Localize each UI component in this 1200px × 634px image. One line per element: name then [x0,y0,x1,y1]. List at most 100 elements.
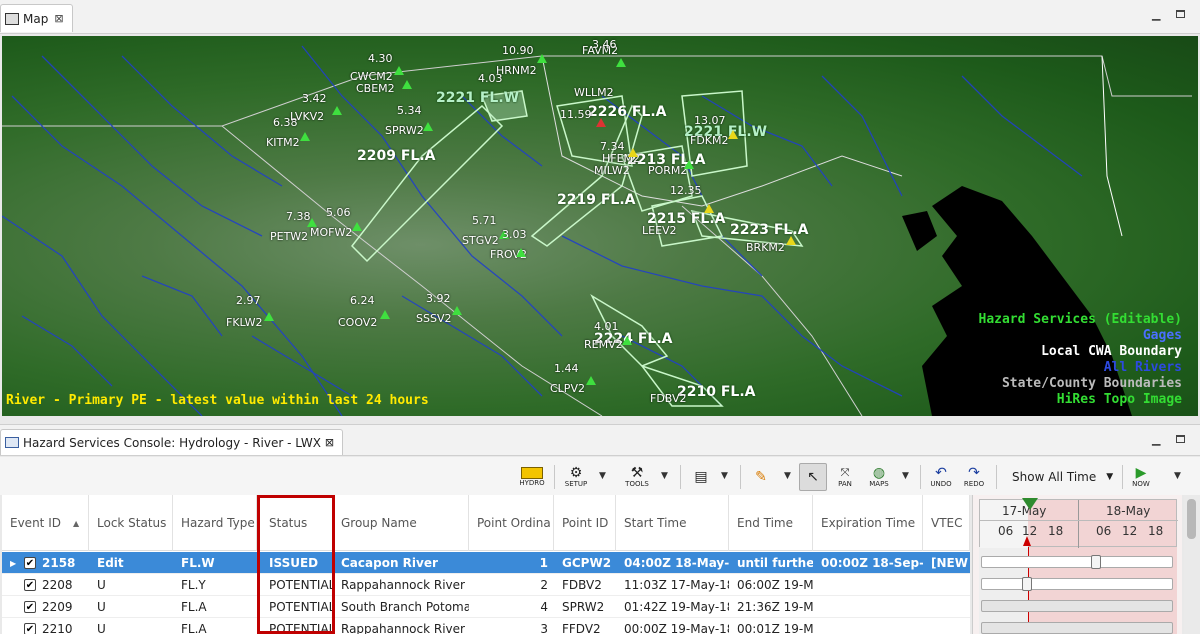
vertical-scrollbar[interactable] [1184,495,1200,634]
event-table: Event ID ▲ Lock Status Hazard Type Statu… [2,495,970,634]
document-button[interactable]: ▤ [689,463,713,491]
maps-button[interactable]: ◍ MAPS [866,463,892,491]
gage-icon[interactable] [596,118,606,127]
legend-item[interactable]: Local CWA Boundary [1041,344,1182,359]
column-header[interactable]: VTEC [923,495,970,551]
chevron-down-icon[interactable]: ▼ [784,471,791,481]
status-cell: POTENTIAL [269,622,333,634]
draw-button[interactable]: ✎ [749,463,773,491]
chevron-down-icon[interactable]: ▼ [721,471,728,481]
redo-button[interactable]: ↷ REDO [961,463,987,491]
console-tab-bar: Hazard Services Console: Hydrology - Riv… [0,424,1200,456]
gage-icon[interactable] [616,58,626,67]
minimize-icon[interactable]: ▁ [1152,433,1160,446]
legend-item[interactable]: Gages [1143,328,1182,343]
row-checkbox[interactable]: ✔ [24,557,36,569]
expiration-time [813,618,923,634]
event-time-slider[interactable] [981,600,1173,612]
chevron-down-icon[interactable]: ▼ [1174,471,1181,481]
column-header[interactable]: Point Ordina [469,495,554,551]
gage-icon[interactable] [452,306,462,315]
gage-icon[interactable] [394,66,404,75]
station-label: SSSV2 [416,312,452,325]
pan-button[interactable]: ⤧ PAN [833,463,857,491]
table-row[interactable]: ▶ ✔ 2158 Edit FL.W ISSUED Cacapon River … [2,552,970,574]
column-header[interactable]: Expiration Time [813,495,923,551]
table-row[interactable]: ✔ 2208 U FL.Y POTENTIAL Rappahannock Riv… [2,574,970,596]
slider-knob[interactable] [1022,577,1033,591]
console-tab[interactable]: Hazard Services Console: Hydrology - Riv… [0,429,344,455]
chevron-down-icon[interactable]: ▼ [902,471,909,481]
column-header[interactable]: Group Name [333,495,469,551]
column-header[interactable]: Status [261,495,333,551]
gage-icon[interactable] [402,80,412,89]
row-checkbox[interactable]: ✔ [24,601,36,613]
show-all-time-dropdown[interactable]: Show All Time ▼ [1004,466,1121,488]
close-icon[interactable]: ⊠ [54,12,63,25]
now-button[interactable]: ▶ NOW [1128,463,1154,491]
maximize-icon[interactable] [1176,433,1185,446]
gage-icon[interactable] [380,310,390,319]
gage-icon[interactable] [622,336,632,345]
legend-item[interactable]: HiRes Topo Image [1057,392,1182,407]
gage-icon[interactable] [586,376,596,385]
map-tab[interactable]: Map ⊠ [0,4,73,32]
hazard-label[interactable]: 2210 FL.A [677,384,755,400]
event-time-slider[interactable] [981,622,1173,634]
event-time-slider[interactable] [981,555,1173,569]
setup-button[interactable]: ⚙ SETUP [563,463,589,491]
maximize-icon[interactable] [1176,8,1185,21]
gage-icon[interactable] [628,148,638,157]
slider-knob[interactable] [1091,555,1102,569]
lock-status: U [97,622,106,634]
timeline-panel[interactable]: 17-May 18-May 06 12 18 06 12 18 [972,495,1182,634]
row-checkbox[interactable]: ✔ [24,579,36,591]
chevron-down-icon[interactable]: ▼ [661,471,668,481]
gage-icon[interactable] [537,54,547,63]
event-time-slider[interactable] [981,577,1173,591]
gage-icon[interactable] [264,312,274,321]
legend-item[interactable]: State/County Boundaries [1002,376,1182,391]
column-header[interactable]: Hazard Type [173,495,257,551]
gage-icon[interactable] [332,106,342,115]
chevron-down-icon[interactable]: ▼ [599,471,606,481]
map-view[interactable]: 2209 FL.A 2219 FL.A 2226 FL.A 2213 FL.A … [2,36,1198,416]
legend-item[interactable]: All Rivers [1104,360,1182,375]
column-header[interactable]: Point ID [554,495,616,551]
gage-icon[interactable] [786,236,796,245]
hazard-label[interactable]: 2223 FL.A [730,222,808,238]
station-label: SPRW2 [385,124,424,137]
hour-label: 06 [998,524,1014,538]
expand-icon[interactable]: ▶ [10,559,18,568]
tools-button[interactable]: ⚒ TOOLS [624,463,650,491]
timeline-ruler[interactable]: 17-May 18-May 06 12 18 06 12 18 [979,498,1178,548]
hazard-label[interactable]: 2221 FL.W [436,90,519,106]
select-button[interactable]: ↖ [799,463,827,491]
start-time: 04:00Z 18-May-18 [624,556,729,570]
selected-time-marker-icon[interactable] [1023,536,1031,546]
gage-icon[interactable] [684,160,694,169]
close-icon[interactable]: ⊠ [325,436,334,449]
gage-icon[interactable] [423,122,433,131]
gage-icon[interactable] [704,204,714,213]
scrollbar-thumb[interactable] [1187,499,1196,539]
gage-icon[interactable] [300,132,310,141]
hazard-label[interactable]: 2209 FL.A [357,148,435,164]
undo-button[interactable]: ↶ UNDO [928,463,954,491]
column-header[interactable]: Event ID ▲ [2,495,89,551]
gage-icon[interactable] [516,248,526,257]
separator [996,465,997,489]
current-time-marker-icon[interactable] [1022,498,1038,510]
hydro-button[interactable]: HYDRO [519,463,545,491]
gage-icon[interactable] [352,222,362,231]
column-header[interactable]: End Time [729,495,813,551]
minimize-icon[interactable]: ▁ [1152,8,1160,21]
column-header[interactable]: Lock Status [89,495,173,551]
gage-icon[interactable] [728,130,738,139]
table-row[interactable]: ✔ 2210 U FL.A POTENTIAL Rappahannock Riv… [2,618,970,634]
column-header[interactable]: Start Time [616,495,729,551]
table-row[interactable]: ✔ 2209 U FL.A POTENTIAL South Branch Pot… [2,596,970,618]
row-checkbox[interactable]: ✔ [24,623,36,634]
hazard-label[interactable]: 2219 FL.A [557,192,635,208]
legend-item[interactable]: Hazard Services (Editable) [979,312,1183,327]
